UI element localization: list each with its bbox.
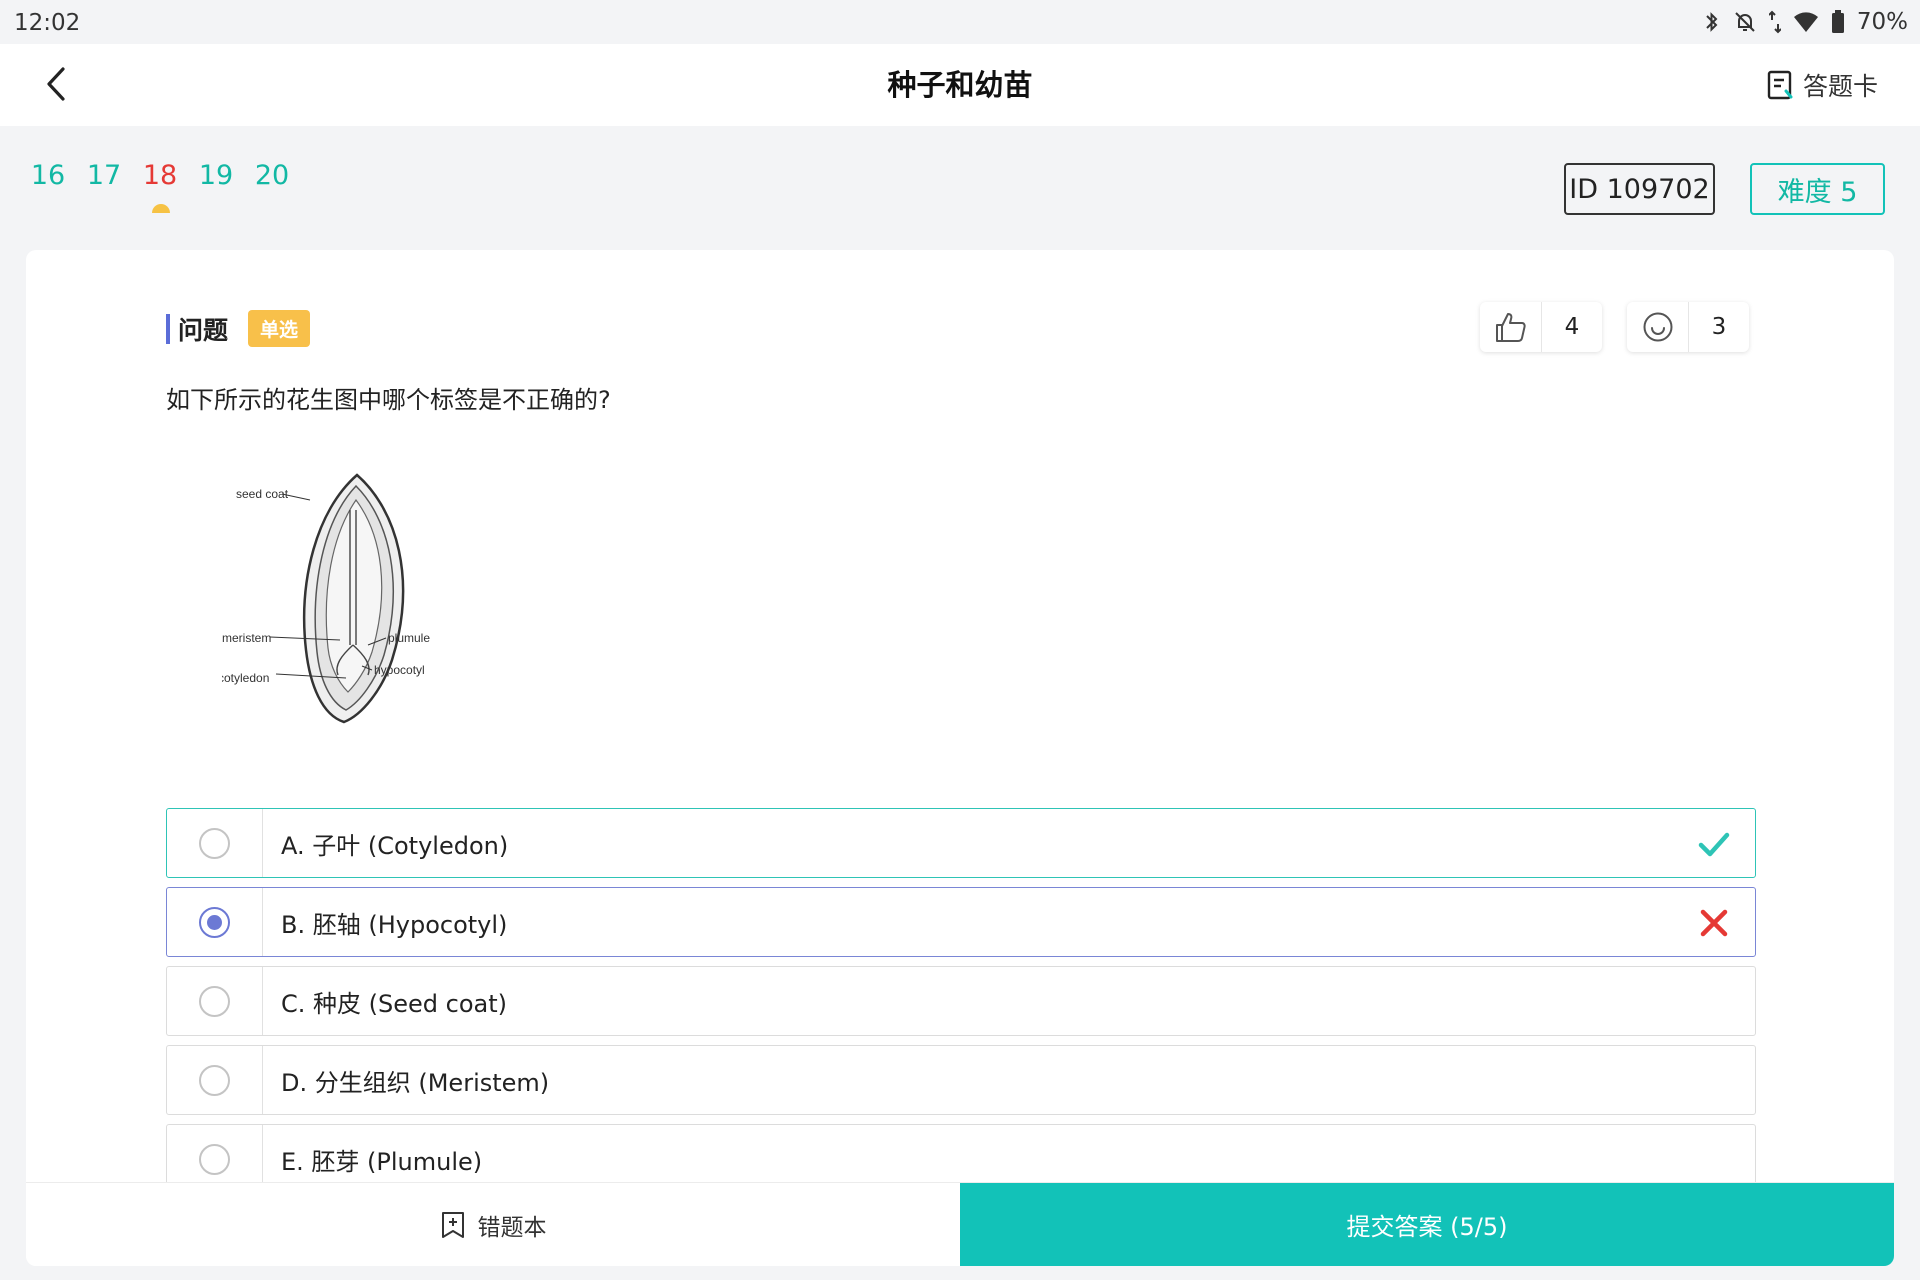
option-b[interactable]: B. 胚轴 (Hypocotyl): [166, 887, 1756, 957]
current-indicator: [152, 204, 170, 213]
bookmark-add-icon: [441, 1211, 464, 1238]
data-arrows-icon: [1768, 10, 1781, 34]
question-header: 问题 单选: [166, 310, 311, 347]
option-b-text: B. 胚轴 (Hypocotyl): [281, 910, 508, 939]
peanut-seed-diagram: seed coat meristem plumule hypocotyl cot…: [222, 473, 430, 724]
section-accent-bar: [166, 313, 170, 344]
answer-sheet-icon: [1767, 70, 1793, 100]
answer-card-button[interactable]: 答题卡: [1767, 66, 1878, 104]
question-number-19[interactable]: 19: [188, 160, 244, 220]
answer-options: A. 子叶 (Cotyledon) B. 胚轴 (Hypocotyl) C. 种…: [166, 808, 1756, 1203]
label-meristem: meristem: [222, 631, 271, 645]
bottom-action-bar: 错题本 提交答案 (5/5): [26, 1182, 1894, 1266]
status-bar: 12:02 70%: [0, 0, 1920, 44]
submit-answer-button[interactable]: 提交答案 (5/5): [960, 1183, 1894, 1266]
cross-icon: [1700, 909, 1728, 937]
like-counter[interactable]: 4: [1480, 302, 1602, 352]
option-e-text: E. 胚芽 (Plumule): [281, 1147, 483, 1176]
question-card: 问题 单选 4 3 如下所示的花生图中哪个标签是不正确的? seed coat …: [26, 250, 1894, 1266]
option-a-radio[interactable]: [199, 827, 230, 859]
thumbs-up-icon: [1495, 313, 1526, 342]
question-type-badge: 单选: [248, 310, 311, 347]
battery-percent: 70%: [1856, 9, 1908, 35]
page-title: 种子和幼苗: [887, 68, 1033, 102]
status-icons: 70%: [1703, 8, 1908, 36]
smile-counter[interactable]: 3: [1627, 302, 1749, 352]
wifi-icon: [1793, 12, 1818, 32]
option-a-text: A. 子叶 (Cotyledon): [281, 831, 509, 860]
question-number-20[interactable]: 20: [244, 160, 300, 220]
answer-card-label: 答题卡: [1802, 72, 1878, 101]
option-d[interactable]: D. 分生组织 (Meristem): [166, 1045, 1756, 1115]
option-a[interactable]: A. 子叶 (Cotyledon): [166, 808, 1756, 878]
like-count: 4: [1564, 314, 1580, 340]
wrong-book-label: 错题本: [477, 1214, 547, 1241]
check-icon: [1698, 832, 1730, 857]
label-hypocotyl: hypocotyl: [374, 663, 425, 677]
option-c[interactable]: C. 种皮 (Seed coat): [166, 966, 1756, 1036]
smile-icon: [1643, 312, 1672, 342]
label-plumule: plumule: [388, 631, 430, 645]
app-bar: 种子和幼苗 答题卡: [0, 44, 1920, 126]
notifications-off-icon: [1735, 12, 1755, 32]
smile-count: 3: [1711, 314, 1727, 340]
status-time: 12:02: [14, 10, 81, 36]
question-section-label: 问题: [178, 315, 229, 345]
question-id-badge: ID 109702: [1564, 163, 1715, 215]
bluetooth-icon: [1706, 12, 1718, 32]
question-text: 如下所示的花生图中哪个标签是不正确的?: [166, 386, 611, 414]
difficulty-badge: 难度 5: [1750, 163, 1885, 215]
question-navigator: 16 17 18 19 20: [20, 160, 300, 220]
option-d-radio[interactable]: [199, 1064, 230, 1096]
label-cotyledon: cotyledon: [222, 671, 269, 685]
option-d-text: D. 分生组织 (Meristem): [281, 1068, 550, 1097]
question-number-16[interactable]: 16: [20, 160, 76, 220]
option-b-radio[interactable]: [199, 906, 230, 938]
wrong-book-button[interactable]: 错题本: [26, 1183, 960, 1266]
submit-answer-label: 提交答案 (5/5): [1346, 1213, 1508, 1241]
question-number-18[interactable]: 18: [132, 160, 188, 220]
question-number-17[interactable]: 17: [76, 160, 132, 220]
option-e-radio[interactable]: [199, 1143, 230, 1175]
option-c-text: C. 种皮 (Seed coat): [281, 989, 507, 1018]
battery-icon: [1831, 10, 1844, 33]
label-seed-coat: seed coat: [236, 487, 289, 501]
option-c-radio[interactable]: [199, 985, 230, 1017]
